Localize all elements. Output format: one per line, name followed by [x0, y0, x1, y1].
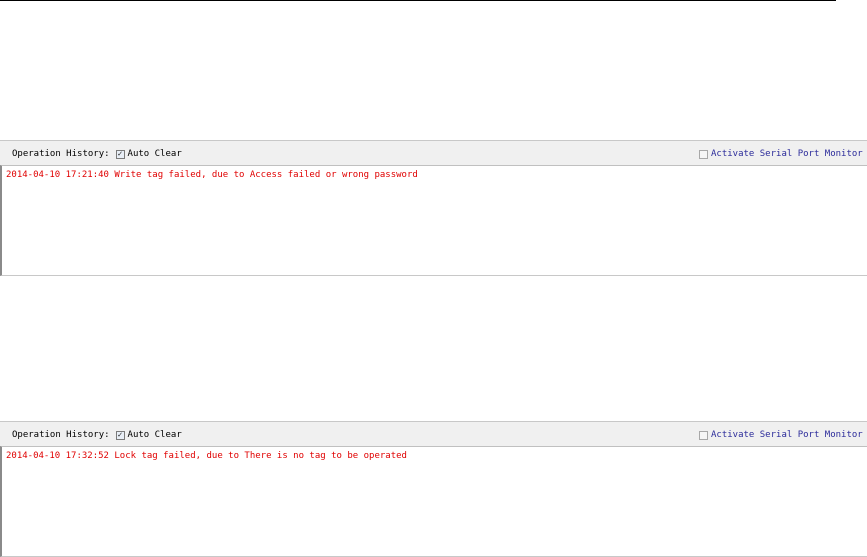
panel-header: Operation History: ✓ Auto Clear Activate…	[0, 140, 867, 165]
operation-history-panel-1: Operation History: ✓ Auto Clear Activate…	[0, 140, 867, 276]
panel-header: Operation History: ✓ Auto Clear Activate…	[0, 421, 867, 446]
serial-monitor-controls: Activate Serial Port Monitor	[699, 148, 863, 160]
operation-history-panel-2: Operation History: ✓ Auto Clear Activate…	[0, 421, 867, 557]
activate-serial-monitor-checkbox[interactable]	[699, 430, 708, 440]
serial-monitor-controls: Activate Serial Port Monitor	[699, 429, 863, 441]
activate-serial-monitor-label[interactable]: Activate Serial Port Monitor	[711, 149, 863, 159]
log-entry: 2014-04-10 17:21:40 Write tag failed, du…	[6, 170, 418, 180]
top-divider	[0, 0, 836, 1]
auto-clear-checkbox[interactable]: ✓	[115, 149, 125, 159]
activate-serial-monitor-label[interactable]: Activate Serial Port Monitor	[711, 430, 863, 440]
auto-clear-checkbox[interactable]: ✓	[115, 430, 125, 440]
operation-history-label: Operation History:	[12, 430, 110, 440]
operation-history-log[interactable]: 2014-04-10 17:32:52 Lock tag failed, due…	[0, 446, 867, 557]
log-entry: 2014-04-10 17:32:52 Lock tag failed, due…	[6, 451, 407, 461]
history-controls: Operation History: ✓ Auto Clear	[12, 148, 182, 160]
activate-serial-monitor-checkbox[interactable]	[699, 149, 708, 159]
auto-clear-label[interactable]: Auto Clear	[128, 149, 182, 159]
operation-history-log[interactable]: 2014-04-10 17:21:40 Write tag failed, du…	[0, 165, 867, 276]
history-controls: Operation History: ✓ Auto Clear	[12, 429, 182, 441]
auto-clear-label[interactable]: Auto Clear	[128, 430, 182, 440]
operation-history-label: Operation History:	[12, 149, 110, 159]
